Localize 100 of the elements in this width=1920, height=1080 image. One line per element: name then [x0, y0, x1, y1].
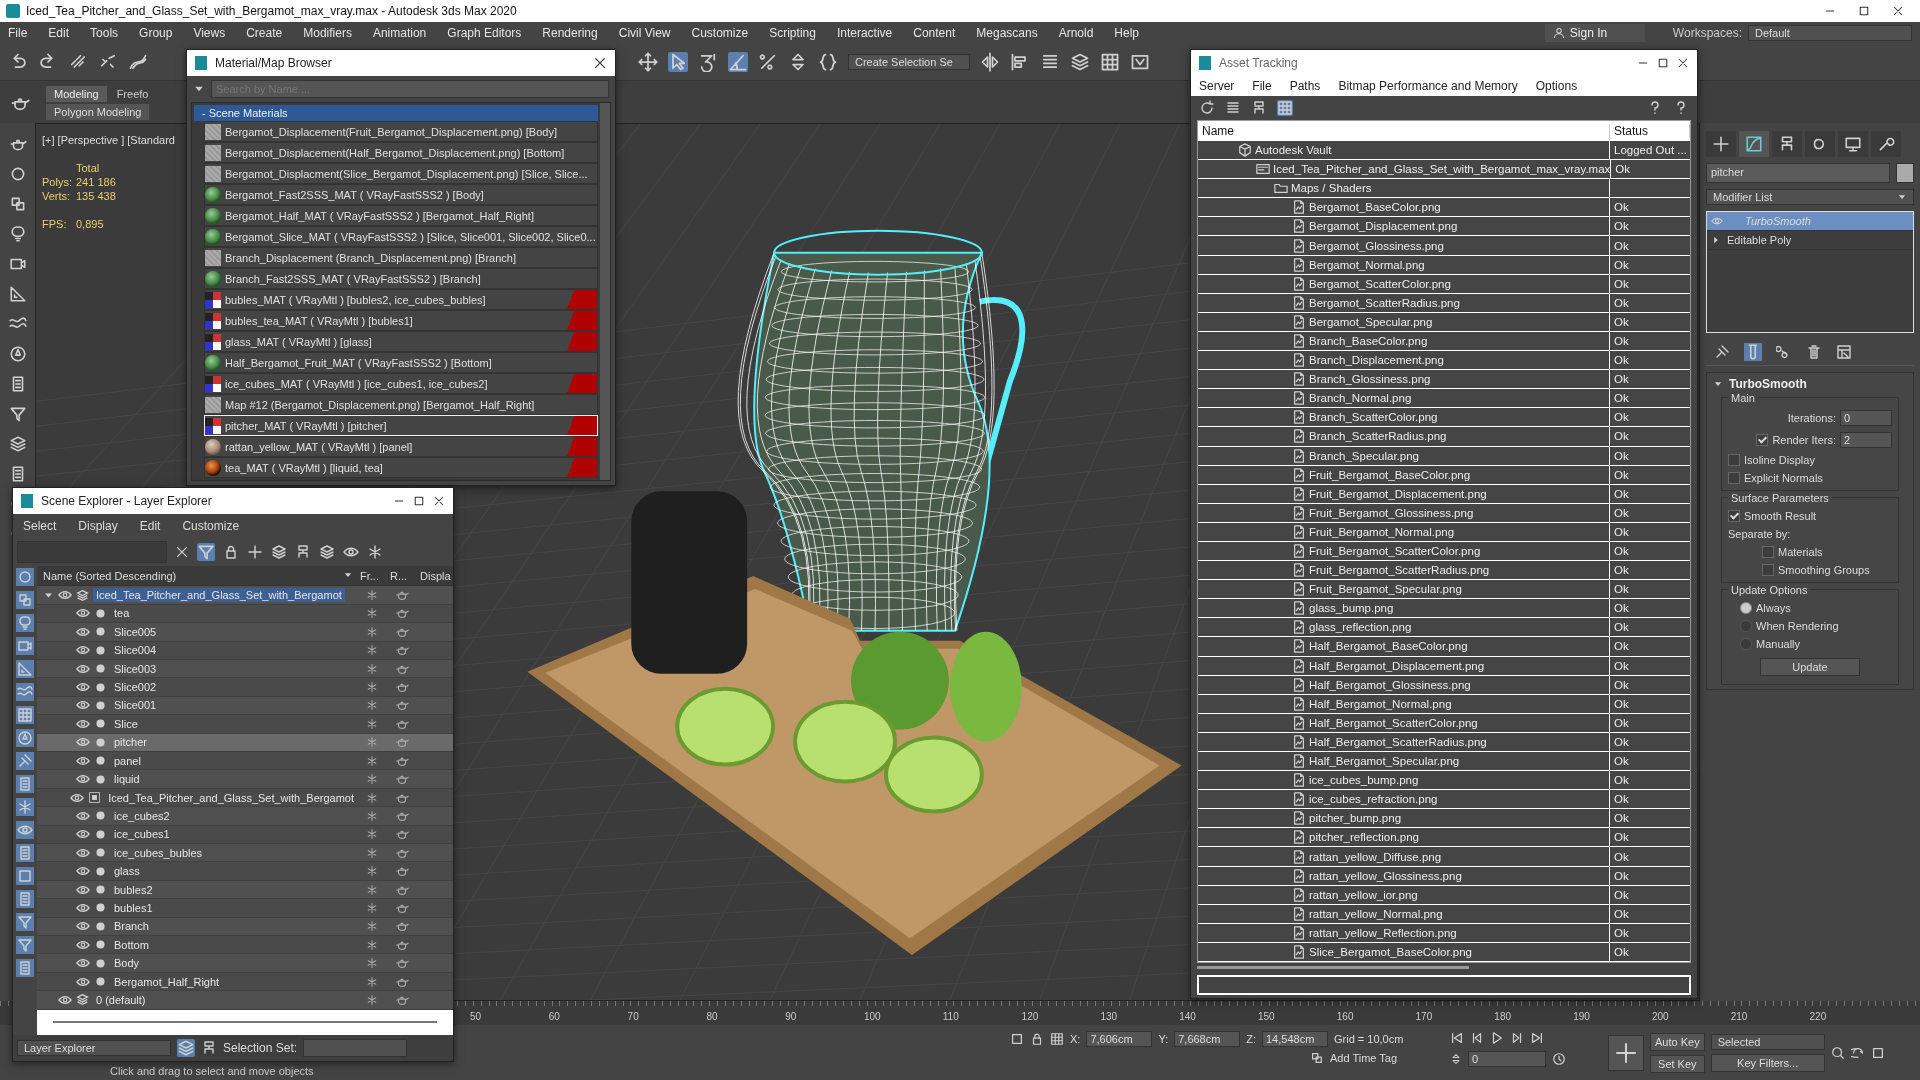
maximize-button[interactable]	[1858, 5, 1870, 17]
menu-item[interactable]: Content	[913, 26, 956, 40]
menu-item[interactable]: Views	[193, 26, 226, 40]
ribbon-panel-tab[interactable]: Polygon Modeling	[46, 104, 150, 120]
checkbox[interactable]	[1756, 434, 1769, 446]
material-row[interactable]: tea_MAT ( VRayMtl ) [liquid, tea]	[204, 457, 598, 478]
workspace-dropdown[interactable]: Default	[1748, 25, 1912, 41]
close-button[interactable]	[593, 56, 607, 70]
snowflake-icon[interactable]	[366, 957, 378, 970]
key-mode-icon[interactable]	[1450, 1053, 1462, 1065]
tree-row[interactable]: Body	[37, 954, 453, 973]
time-config-icon[interactable]	[1552, 1052, 1566, 1066]
show-end-result-icon[interactable]	[1744, 343, 1762, 361]
layers-icon[interactable]	[1070, 52, 1090, 72]
asset-row[interactable]: ice_cubes_refraction.png Ok	[1198, 790, 1690, 810]
menu-item[interactable]: Customize	[691, 26, 749, 40]
clear-icon[interactable]	[175, 545, 189, 559]
pin-icon[interactable]	[16, 752, 34, 770]
tree-row[interactable]: Slice005	[37, 623, 453, 642]
column-header[interactable]: Name	[1198, 124, 1610, 138]
asset-row[interactable]: pitcher_reflection.png Ok	[1198, 828, 1690, 848]
asset-row[interactable]: Fruit_Bergamot_Specular.png Ok	[1198, 580, 1690, 600]
asset-row[interactable]: Branch_BaseColor.png Ok	[1198, 331, 1690, 352]
spinner-field[interactable]: 0	[1840, 410, 1892, 426]
asset-row[interactable]: Bergamot_ScatterRadius.png Ok	[1198, 293, 1690, 313]
snowflake-icon[interactable]	[366, 607, 378, 620]
snowflake-icon[interactable]	[366, 920, 378, 933]
material-row[interactable]: Bergamot_Displacement(Fruit_Bergamot_Displacement.png) [Body]	[204, 121, 598, 142]
coord-field[interactable]: 14,548cm	[1262, 1031, 1328, 1047]
tree-icon[interactable]	[1251, 100, 1267, 116]
color-swatch[interactable]	[1896, 163, 1914, 183]
checkbox[interactable]	[1762, 564, 1774, 576]
asset-row[interactable]: Bergamot_BaseColor.png Ok	[1198, 198, 1690, 218]
hierarchy-icon[interactable]	[295, 544, 311, 560]
path-field[interactable]	[1197, 975, 1691, 995]
ruler-icon[interactable]	[16, 660, 34, 678]
asset-row[interactable]: Fruit_Bergamot_ScatterColor.png Ok	[1198, 541, 1690, 562]
menu-item[interactable]: Customize	[182, 519, 240, 533]
checkbox[interactable]	[1728, 510, 1740, 522]
snowflake-icon[interactable]	[366, 883, 378, 896]
plus-icon[interactable]	[247, 544, 263, 560]
scrollbar[interactable]	[600, 103, 610, 480]
radio-button[interactable]	[1740, 602, 1752, 614]
menu-item[interactable]: Interactive	[836, 26, 893, 40]
asset-row[interactable]: glass_bump.png Ok	[1198, 599, 1690, 619]
asset-row[interactable]: Slice_Bergamot_BaseColor.png Ok	[1198, 942, 1690, 963]
asset-row[interactable]: rattan_yellow_Normal.png Ok	[1198, 904, 1690, 924]
asset-row[interactable]: Branch_Specular.png Ok	[1198, 446, 1690, 466]
snowflake-icon[interactable]	[366, 773, 378, 786]
asset-row[interactable]: Branch_ScatterRadius.png Ok	[1198, 427, 1690, 447]
percent-icon[interactable]	[758, 52, 778, 72]
layers-icon[interactable]	[319, 544, 335, 560]
scrollbar[interactable]	[53, 1021, 437, 1024]
first-icon[interactable]	[1450, 1031, 1464, 1045]
menu-item[interactable]: Edit	[48, 26, 70, 40]
tree-row[interactable]: ice_cubes_bubles	[37, 844, 453, 863]
menu-item[interactable]: Graph Editors	[447, 26, 522, 40]
frame-field[interactable]: 0	[1468, 1051, 1546, 1067]
coord-field[interactable]: 7,668cm	[1174, 1031, 1241, 1047]
asset-row[interactable]: Branch_ScatterColor.png Ok	[1198, 408, 1690, 428]
play-icon[interactable]	[1490, 1031, 1504, 1045]
angle-icon[interactable]	[728, 52, 748, 72]
asset-row[interactable]: glass_reflection.png Ok	[1198, 618, 1690, 638]
snowflake-icon[interactable]	[16, 798, 34, 816]
asset-row[interactable]: rattan_yellow_Reflection.png Ok	[1198, 923, 1690, 943]
coord-field[interactable]: 7,606cm	[1086, 1031, 1153, 1047]
menu-item[interactable]: File	[1252, 79, 1272, 93]
asset-row[interactable]: rattan_yellow_ior.png Ok	[1198, 885, 1690, 905]
layers-icon[interactable]	[8, 435, 27, 453]
material-row[interactable]: rattan_yellow_MAT ( VRayMtl ) [panel]	[204, 436, 598, 457]
tree-row[interactable]: panel	[37, 752, 453, 771]
filter-icon[interactable]	[8, 405, 27, 423]
material-row[interactable]: Map #12 (Bergamot_Displacement.png) [Bergamot_Half_Right]	[204, 394, 598, 415]
asset-row[interactable]: Half_Bergamot_Specular.png Ok	[1198, 752, 1690, 772]
render-icon[interactable]	[1130, 52, 1150, 72]
viewport-label[interactable]: [+] [Perspective ] [Standard	[42, 134, 175, 146]
braces-icon[interactable]	[818, 52, 838, 72]
snowflake-icon[interactable]	[366, 625, 378, 638]
snowflake-icon[interactable]	[366, 589, 378, 602]
set-keys-button[interactable]	[1608, 1035, 1644, 1071]
ruler-icon[interactable]	[8, 285, 27, 303]
maximize-viewport-icon[interactable]	[1870, 1046, 1885, 1060]
menu-item[interactable]: Arnold	[1058, 26, 1094, 40]
asset-row[interactable]: rattan_yellow_Glossiness.png Ok	[1198, 866, 1690, 886]
bind-icon[interactable]	[128, 52, 148, 72]
layers-icon[interactable]	[271, 544, 287, 560]
menu-item[interactable]: Animation	[372, 26, 427, 40]
auto-key-button[interactable]: Auto Key	[1650, 1033, 1705, 1051]
material-row[interactable]: pitcher_MAT ( VRayMtl ) [pitcher]	[204, 415, 598, 436]
asset-row[interactable]: Iced_Tea_Pitcher_and_Glass_Set_with_Bergamot_max_vray.max Ok	[1198, 160, 1690, 180]
pin-icon[interactable]	[1714, 344, 1730, 360]
snowflake-icon[interactable]	[366, 938, 378, 951]
tree-row[interactable]: Slice002	[37, 678, 453, 697]
asset-row[interactable]: pitcher_bump.png Ok	[1198, 809, 1690, 829]
snowflake-icon[interactable]	[366, 791, 378, 804]
modifier-list-dropdown[interactable]: Modifier List	[1706, 189, 1914, 205]
refresh-icon[interactable]	[1199, 100, 1215, 116]
lock-icon[interactable]	[1030, 1032, 1044, 1046]
prev-icon[interactable]	[1470, 1031, 1484, 1045]
orbit-icon[interactable]	[1850, 1046, 1865, 1060]
